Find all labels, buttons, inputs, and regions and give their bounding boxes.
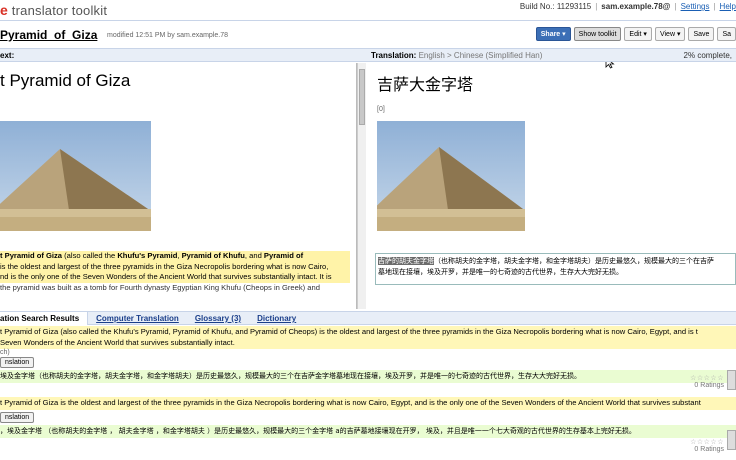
translation-pane[interactable]: 吉萨大金字塔 [0] 吉萨的胡夫金字塔（也称胡夫的金字塔，胡夫金字塔，和金字塔胡… [371,63,736,309]
app-title: translator toolkit [11,2,108,18]
view-menu-button[interactable]: View ▾ [654,27,686,41]
result-translation: ，埃及金字塔 （也称胡夫的金字塔 ， 胡夫金字塔 ，和金字塔胡夫 ）是历史最悠久… [0,424,736,438]
result-source-text: t Pyramid of Giza (also called the Khufu… [0,326,736,349]
scrollbar-thumb[interactable] [359,69,365,125]
edit-menu-button[interactable]: Edit ▾ [624,27,652,41]
rating-stars-icon[interactable]: ☆☆☆☆☆ [690,438,724,446]
share-button[interactable]: Share ▾ [535,27,571,41]
settings-link[interactable]: Settings [681,2,710,11]
source-title: t Pyramid of Giza [0,71,131,90]
source-line: the pyramid was built as a tomb for Four… [0,282,320,292]
source-text-label: ext: [0,51,15,60]
tab-glossary[interactable]: Glossary (3) [187,312,249,325]
top-bar: e translator toolkit Build No.: 11293115… [0,0,736,22]
result-source-text: t Pyramid of Giza is the oldest and larg… [0,397,736,410]
tab-dictionary[interactable]: Dictionary [249,312,304,325]
translation-label: Translation: English > Chinese (Simplifi… [371,51,543,60]
pane-header: ext: Translation: English > Chinese (Sim… [0,48,736,62]
result-meta: ch) [0,349,10,356]
result-rating[interactable]: ☆☆☆☆☆ 0 Ratings [690,374,724,389]
tab-computer-translation[interactable]: Computer Translation [88,312,187,325]
result-translation: 埃及金字塔（也称胡夫的金字塔，胡夫金字塔，和金字塔胡夫）是历史最悠久，规模最大的… [0,370,736,383]
toolkit-tabs: ation Search Results Computer Translatio… [0,311,736,325]
source-line: nd is the only one of the Seven Wonders … [0,272,350,283]
result-scroll-handle[interactable] [727,370,736,390]
save-close-button[interactable]: Sa [717,27,736,41]
translation-pyramid-image [377,121,525,231]
logo-letter: e [0,2,8,18]
completion-status: 2% complete, [683,51,732,60]
result-rating[interactable]: ☆☆☆☆☆ 0 Ratings [690,438,724,453]
show-toolkit-button[interactable]: Show toolkit [573,27,622,41]
save-button[interactable]: Save [688,27,715,41]
language-pair: English > Chinese (Simplified Han) [418,51,543,60]
use-translation-button[interactable]: nslation [0,411,35,423]
rating-stars-icon[interactable]: ☆☆☆☆☆ [690,374,724,382]
selected-text: 吉萨的胡夫金字塔 [378,257,434,265]
segment-number: [0] [377,106,385,113]
source-pane[interactable]: t Pyramid of Giza t Pyramid of Giza (als… [0,63,357,309]
document-title[interactable]: Pyramid_of_Giza [0,28,97,42]
use-translation-button[interactable]: nslation [0,357,35,368]
source-line: is the oldest and largest of the three p… [0,261,350,272]
source-pyramid-image [0,121,151,231]
document-meta: modified 12:51 PM by sam.example.78 [107,32,229,39]
tab-translation-search-results[interactable]: ation Search Results [0,312,89,325]
build-number: Build No.: 11293115 [519,2,592,11]
help-link[interactable]: Help [720,2,736,11]
source-scrollbar[interactable] [357,63,366,309]
result-scroll-handle[interactable] [727,430,736,450]
translation-title: 吉萨大金字塔 [377,75,474,94]
document-row: Pyramid_of_Giza modified 12:51 PM by sam… [0,24,736,69]
toolbar: Share ▾ Show toolkit Edit ▾ View ▾ Save … [535,27,736,41]
user-email: sam.example.78@ [601,2,671,11]
source-paragraph[interactable]: t Pyramid of Giza (also called the Khufu… [0,251,350,293]
top-divider [0,20,736,21]
translation-search-results: t Pyramid of Giza (also called the Khufu… [0,326,736,460]
user-bar: Build No.: 11293115 | sam.example.78@ | … [519,2,736,11]
translation-edit-box[interactable]: 吉萨的胡夫金字塔（也称胡夫的金字塔，胡夫金字塔，和金字塔胡夫）是历史最悠久，规模… [375,253,736,285]
app-logo[interactable]: e translator toolkit [0,2,107,18]
